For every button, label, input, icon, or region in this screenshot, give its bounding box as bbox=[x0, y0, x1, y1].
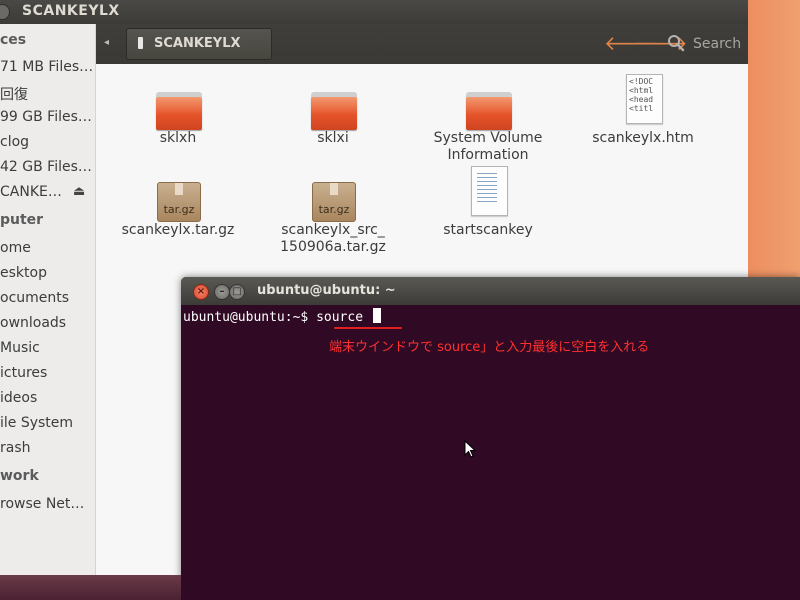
sidebar-item-volume-71mb[interactable]: 71 MB Files… bbox=[0, 59, 93, 75]
search-icon[interactable] bbox=[667, 34, 685, 52]
sidebar-header-network: work bbox=[0, 468, 39, 484]
sidebar-item-volume-42gb[interactable]: 42 GB Files… bbox=[0, 159, 92, 175]
shell-prompt: ubuntu@ubuntu:~$ bbox=[183, 310, 317, 325]
sidebar-item-browse-network[interactable]: rowse Net… bbox=[0, 496, 84, 512]
file-manager-titlebar[interactable]: SCANKEYLX bbox=[0, 0, 748, 24]
minimize-icon[interactable]: – bbox=[214, 284, 230, 300]
archive-icon: tar.gz bbox=[312, 182, 356, 222]
window-title: SCANKEYLX bbox=[22, 3, 120, 19]
file-name: sklxh bbox=[159, 130, 197, 146]
close-icon[interactable]: × bbox=[193, 284, 209, 300]
path-bar-label: SCANKEYLX bbox=[154, 36, 241, 51]
sidebar-item-pictures[interactable]: ictures bbox=[0, 365, 47, 381]
sidebar-header-devices: ces bbox=[0, 32, 27, 48]
command-line[interactable]: ubuntu@ubuntu:~$ source bbox=[183, 308, 381, 326]
path-bar-button[interactable]: SCANKEYLX bbox=[126, 28, 272, 60]
sidebar-item-scankeylx[interactable]: CANKE… bbox=[0, 184, 62, 200]
sidebar-item-music[interactable]: Music bbox=[0, 340, 40, 356]
folder-icon bbox=[311, 92, 357, 130]
terminal-titlebar[interactable]: × – □ ubuntu@ubuntu: ~ bbox=[181, 277, 800, 305]
text-cursor bbox=[372, 308, 381, 323]
annotation-underline bbox=[334, 327, 402, 329]
history-back-small-icon[interactable]: ◂ bbox=[104, 37, 109, 48]
annotation-text: 端末ウインドウで source」と入力最後に空白を入れる bbox=[329, 340, 650, 355]
file-name-line-2: 150906a.tar.gz bbox=[280, 239, 386, 255]
html-file-icon: <!DOC <html <head <titl bbox=[626, 74, 663, 124]
file-item-startscankey[interactable]: startscankey bbox=[418, 166, 558, 239]
mouse-pointer-icon bbox=[464, 440, 476, 458]
sidebar-item-desktop[interactable]: esktop bbox=[0, 265, 47, 281]
places-sidebar: ces 71 MB Files… 回復 99 GB Files… clog 42… bbox=[0, 24, 96, 575]
sidebar-item-documents[interactable]: ocuments bbox=[0, 290, 69, 306]
archive-badge: tar.gz bbox=[318, 203, 350, 216]
archive-icon: tar.gz bbox=[157, 182, 201, 222]
sidebar-item-videos[interactable]: ideos bbox=[0, 390, 37, 406]
terminal-window[interactable]: × – □ ubuntu@ubuntu: ~ ubuntu@ubuntu:~$ … bbox=[181, 277, 800, 600]
file-manager-toolbar: ◂ SCANKEYLX 🡐 🡒 Search bbox=[96, 24, 748, 64]
terminal-title: ubuntu@ubuntu: ~ bbox=[257, 283, 396, 298]
file-name: System Volume Information bbox=[433, 130, 543, 163]
html-preview-text: <!DOC <html <head <titl bbox=[629, 77, 654, 113]
file-item-scankeylx-src-tar-gz[interactable]: tar.gz scankeylx_src_ 150906a.tar.gz bbox=[263, 170, 403, 256]
file-item-sklxh[interactable]: sklxh bbox=[108, 78, 248, 147]
usb-drive-icon bbox=[138, 37, 143, 49]
file-name-line-1: scankeylx_src_ bbox=[281, 222, 385, 238]
sidebar-item-recovery[interactable]: 回復 bbox=[0, 84, 28, 104]
sidebar-item-clog[interactable]: clog bbox=[0, 134, 29, 150]
sidebar-item-volume-99gb[interactable]: 99 GB Files… bbox=[0, 109, 92, 125]
typed-command[interactable]: source bbox=[316, 310, 371, 325]
sidebar-item-file-system[interactable]: ile System bbox=[0, 415, 73, 431]
sidebar-item-downloads[interactable]: ownloads bbox=[0, 315, 66, 331]
script-file-icon bbox=[471, 166, 508, 216]
file-item-system-volume-information[interactable]: System Volume Information bbox=[418, 78, 558, 164]
file-name: scankeylx.tar.gz bbox=[121, 222, 235, 238]
eject-icon[interactable]: ⏏ bbox=[73, 184, 85, 199]
folder-icon bbox=[466, 92, 512, 130]
sidebar-item-trash[interactable]: rash bbox=[0, 440, 31, 456]
maximize-icon[interactable]: □ bbox=[229, 284, 245, 300]
folder-icon bbox=[156, 92, 202, 130]
sidebar-item-home[interactable]: ome bbox=[0, 240, 31, 256]
window-close-icon[interactable] bbox=[0, 4, 10, 20]
search-label[interactable]: Search bbox=[693, 36, 741, 52]
file-name: startscankey bbox=[443, 222, 533, 238]
file-name: scankeylx.htm bbox=[592, 130, 694, 146]
file-name: sklxi bbox=[317, 130, 349, 146]
desktop-background-strip bbox=[0, 575, 181, 600]
file-item-sklxi[interactable]: sklxi bbox=[263, 78, 403, 147]
sidebar-header-computer: puter bbox=[0, 212, 44, 228]
file-item-scankeylx-tar-gz[interactable]: tar.gz scankeylx.tar.gz bbox=[108, 170, 248, 239]
archive-badge: tar.gz bbox=[163, 203, 195, 216]
file-item-scankeylx-htm[interactable]: <!DOC <html <head <titl scankeylx.htm bbox=[573, 74, 713, 147]
terminal-body[interactable]: ubuntu@ubuntu:~$ source 端末ウインドウで source」… bbox=[181, 305, 800, 600]
